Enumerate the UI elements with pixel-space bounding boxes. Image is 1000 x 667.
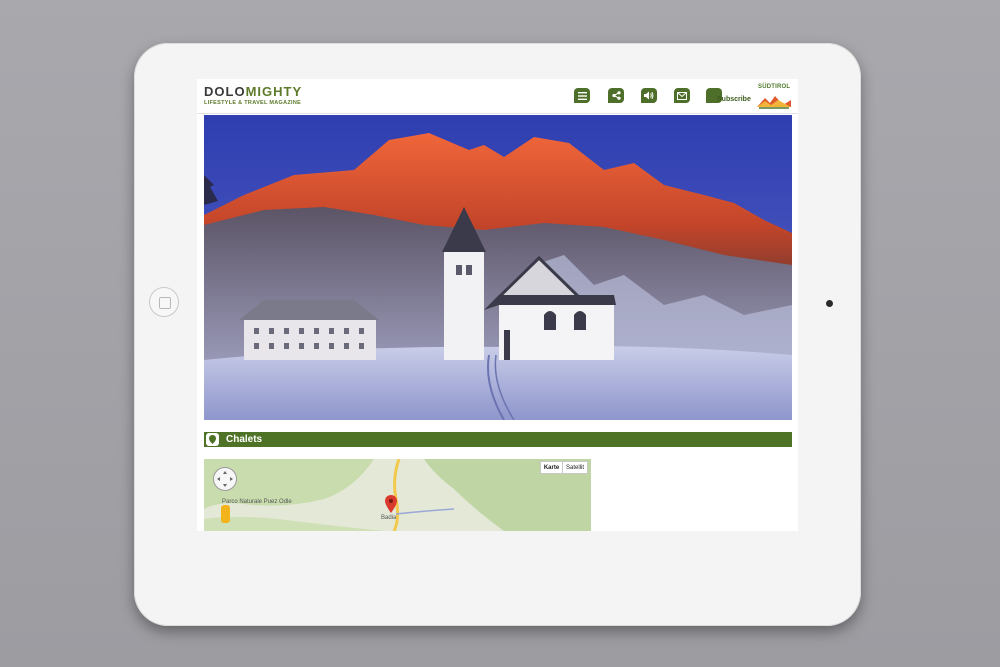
map-type-satellit-button[interactable]: Satellit (562, 461, 588, 474)
site-header: DOLOMIGHTY LIFESTYLE & TRAVEL MAGAZINE S… (197, 79, 798, 114)
audio-icon[interactable] (641, 88, 657, 103)
sudtirol-logo[interactable]: SÜDTIROL (756, 84, 792, 110)
section-bar-chalets[interactable]: Chalets (204, 432, 792, 447)
map-terrain (204, 459, 591, 531)
section-title: Chalets (226, 434, 263, 445)
location-pin-icon (206, 433, 219, 446)
logo-part-dolo: DOLO (204, 84, 246, 99)
home-button[interactable] (149, 287, 179, 317)
street-view-pegman-icon[interactable] (221, 505, 230, 523)
menu-icon[interactable] (574, 88, 590, 103)
sudtirol-mountain-icon (757, 96, 791, 109)
site-logo[interactable]: DOLOMIGHTY LIFESTYLE & TRAVEL MAGAZINE (204, 85, 302, 106)
logo-title: DOLOMIGHTY (204, 85, 302, 98)
logo-part-mighty: MIGHTY (245, 84, 303, 99)
camera (826, 300, 833, 307)
map-pan-control[interactable] (213, 467, 237, 491)
subscribe-label: Subscribe (717, 96, 751, 103)
share-icon[interactable] (608, 88, 624, 103)
map-type-karte-button[interactable]: Karte (540, 461, 563, 474)
mail-icon[interactable] (674, 88, 690, 103)
sudtirol-logo-text: SÜDTIROL (758, 84, 791, 90)
map-town-label: Badia (381, 515, 397, 521)
logo-tagline: LIFESTYLE & TRAVEL MAGAZINE (204, 100, 302, 106)
map-marker-icon[interactable] (385, 495, 397, 513)
screen: DOLOMIGHTY LIFESTYLE & TRAVEL MAGAZINE S… (197, 79, 798, 531)
subscribe-button[interactable]: Subscribe (706, 88, 751, 106)
mountain-church-photo (204, 115, 792, 420)
map-widget[interactable]: Karte Satellit Parco Naturale Puez Odle … (204, 459, 591, 531)
map-park-label: Parco Naturale Puez Odle (222, 499, 292, 505)
